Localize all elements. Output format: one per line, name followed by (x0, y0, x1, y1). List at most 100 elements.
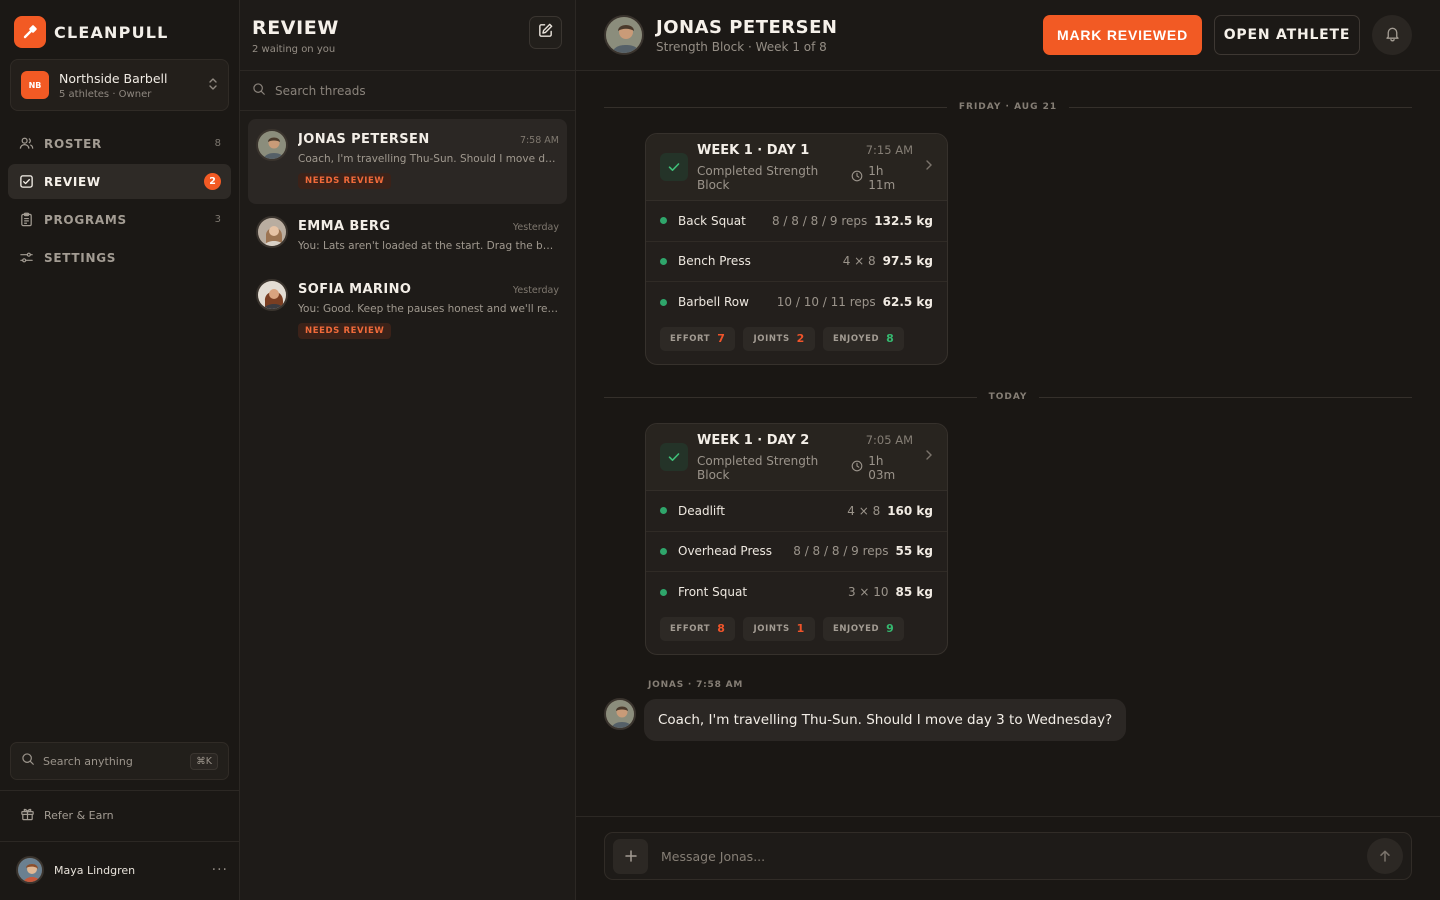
athlete-program: Strength Block · Week 1 of 8 (656, 39, 827, 54)
day-label: TODAY (988, 392, 1028, 402)
bell-icon (1384, 25, 1401, 46)
sidebar-item-count: 8 (214, 138, 221, 149)
session-duration: 1h 03m (868, 453, 896, 482)
effort-rating: EFFORT 8 (660, 616, 736, 641)
day-separator: TODAY (604, 390, 1413, 404)
thread-list-panel: REVIEW 2 waiting on you Search threads J… (240, 0, 576, 900)
org-subtitle: 5 athletes · Owner (59, 88, 152, 100)
panel-subtitle: 2 waiting on you (252, 44, 336, 55)
current-user-name: Maya Lindgren (54, 863, 136, 877)
day-label: FRIDAY · AUG 21 (958, 102, 1058, 112)
sidebar-item-label: REVIEW (44, 174, 101, 189)
send-button[interactable] (1367, 838, 1403, 874)
thread-time: Yesterday (512, 222, 559, 233)
compose-button[interactable] (529, 16, 562, 49)
avatar (256, 129, 288, 161)
org-badge: NB (21, 71, 49, 99)
brand-logo-icon (14, 16, 46, 48)
check-icon (660, 153, 688, 181)
sidebar-nav: ROSTER 8 REVIEW 2 PROGRAMS 3 SETTINGS (8, 126, 231, 278)
effort-rating: EFFORT 7 (660, 326, 736, 351)
exercise-name: Deadlift (678, 503, 725, 518)
current-user[interactable]: Maya Lindgren ··· (16, 856, 228, 884)
joints-rating: JOINTS 1 (743, 616, 815, 641)
exercise-load: 85 kg (895, 585, 933, 600)
open-athlete-button[interactable]: OPEN ATHLETE (1214, 15, 1360, 55)
message-input[interactable]: Message Jonas... (661, 849, 1367, 864)
status-dot (660, 547, 667, 555)
chevron-up-down-icon (208, 76, 218, 94)
search-icon (21, 752, 35, 770)
thread-time: 7:58 AM (519, 135, 559, 146)
attach-button[interactable] (613, 838, 648, 874)
chevron-right-icon (925, 159, 933, 175)
thread-item-emma[interactable]: EMMA BERG Yesterday You: Lats aren't loa… (248, 206, 567, 266)
message-composer: Message Jonas... (604, 832, 1412, 880)
brand[interactable]: CLEANPULL (14, 16, 169, 48)
avatar (256, 279, 288, 311)
session-title: WEEK 1 · DAY 1 (697, 142, 810, 158)
check-square-icon (18, 174, 34, 190)
thread-search-placeholder: Search threads (275, 83, 366, 98)
plus-icon (624, 850, 637, 862)
sidebar-item-review[interactable]: REVIEW 2 (8, 164, 231, 199)
thread-item-jonas[interactable]: JONAS PETERSEN 7:58 AM Coach, I'm travel… (248, 119, 567, 204)
thread-search[interactable]: Search threads (240, 70, 575, 111)
chevron-right-icon (925, 449, 933, 465)
check-icon (660, 443, 688, 471)
sidebar-item-settings[interactable]: SETTINGS (8, 240, 231, 275)
sidebar-item-programs[interactable]: PROGRAMS 3 (8, 202, 231, 237)
status-dot (660, 588, 667, 596)
exercise-row: Bench Press 4 × 8 97.5 kg (646, 242, 947, 282)
refer-earn-label: Refer & Earn (44, 808, 114, 822)
sliders-icon (18, 250, 34, 266)
composer-area: Message Jonas... (576, 816, 1440, 900)
brand-name: CLEANPULL (54, 22, 169, 42)
org-switcher[interactable]: NB Northside Barbell 5 athletes · Owner (10, 59, 229, 111)
status-dot (660, 257, 667, 265)
exercise-name: Bench Press (678, 254, 751, 269)
search-shortcut: ⌘K (190, 752, 218, 770)
enjoyed-rating: ENJOYED 9 (822, 616, 905, 641)
gift-icon (20, 806, 35, 824)
sidebar-item-count: 3 (214, 214, 221, 225)
session-subtitle: Completed Strength Block (697, 453, 819, 482)
edit-icon (537, 22, 554, 43)
mark-reviewed-button[interactable]: MARK REVIEWED (1043, 15, 1202, 55)
clock-icon (851, 170, 863, 185)
session-card[interactable]: WEEK 1 · DAY 1 7:15 AM Completed Strengt… (645, 133, 948, 365)
divider (0, 790, 239, 791)
exercise-load: 160 kg (887, 503, 933, 518)
exercise-row: Barbell Row 10 / 10 / 11 reps 62.5 kg (646, 282, 947, 323)
more-icon[interactable]: ··· (212, 862, 228, 878)
notifications-button[interactable] (1372, 15, 1412, 55)
refer-earn-link[interactable]: Refer & Earn (20, 806, 114, 824)
session-card[interactable]: WEEK 1 · DAY 2 7:05 AM Completed Strengt… (645, 423, 948, 655)
session-time: 7:05 AM (865, 432, 913, 447)
exercise-row: Front Squat 3 × 10 85 kg (646, 572, 947, 613)
sidebar-item-label: ROSTER (44, 136, 102, 151)
exercise-reps: 4 × 8 (847, 503, 881, 518)
exercise-reps: 8 / 8 / 8 / 9 reps (771, 213, 868, 228)
thread-time: Yesterday (512, 285, 559, 296)
session-ratings: EFFORT 7 JOINTS 2 ENJOYED 8 (646, 323, 947, 365)
thread-item-sofia[interactable]: SOFIA MARINO Yesterday You: Good. Keep t… (248, 269, 567, 354)
thread-preview: Coach, I'm travelling Thu-Sun. Should I … (298, 153, 559, 165)
sidebar-item-roster[interactable]: ROSTER 8 (8, 126, 231, 161)
exercise-name: Barbell Row (678, 295, 749, 310)
global-search[interactable]: Search anything ⌘K (10, 742, 229, 780)
exercise-name: Back Squat (678, 213, 746, 228)
thread-preview: You: Lats aren't loaded at the start. Dr… (298, 240, 559, 252)
session-title: WEEK 1 · DAY 2 (697, 432, 810, 448)
needs-review-badge: NEEDS REVIEW (298, 323, 392, 339)
thread-preview: You: Good. Keep the pauses honest and we… (298, 303, 559, 315)
thread-name: SOFIA MARINO (298, 282, 412, 297)
users-icon (18, 136, 34, 152)
exercise-row: Back Squat 8 / 8 / 8 / 9 reps 132.5 kg (646, 201, 947, 242)
exercise-row: Deadlift 4 × 8 160 kg (646, 491, 947, 532)
exercise-load: 55 kg (895, 544, 933, 559)
status-dot (660, 507, 667, 515)
thread-name: EMMA BERG (298, 219, 391, 234)
avatar (16, 856, 44, 884)
avatar (604, 698, 636, 730)
